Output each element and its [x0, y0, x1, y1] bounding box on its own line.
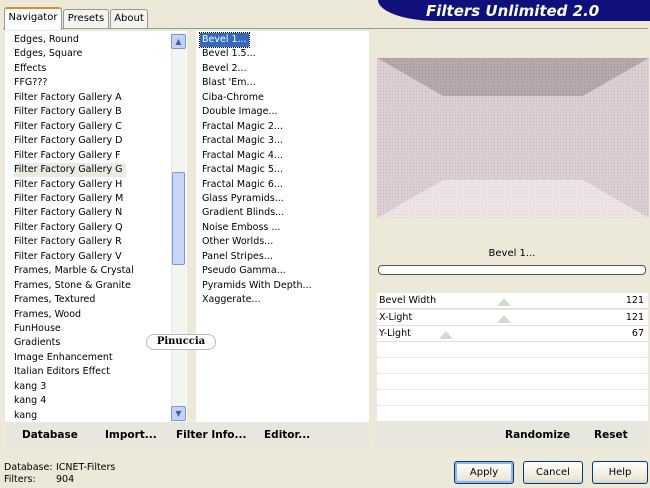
empty-slider-slot: [377, 390, 648, 406]
scroll-down-arrow-icon[interactable]: ▼: [171, 406, 186, 421]
category-item[interactable]: Filter Factory Gallery D: [14, 134, 122, 148]
category-item[interactable]: Filter Factory Gallery Q: [14, 221, 123, 235]
tab-strip-divider: [3, 28, 648, 29]
reset-link[interactable]: Reset: [594, 429, 628, 441]
tab-presets[interactable]: Presets: [63, 9, 109, 29]
editor-link[interactable]: Editor...: [264, 429, 310, 441]
category-item[interactable]: Filter Factory Gallery C: [14, 120, 122, 134]
slider-value: 121: [625, 295, 644, 306]
empty-slider-slot: [377, 358, 648, 374]
slider-value: 67: [631, 328, 644, 339]
cancel-button[interactable]: Cancel: [523, 461, 583, 484]
import-link[interactable]: Import...: [105, 429, 157, 441]
category-item[interactable]: Gradients: [14, 336, 60, 350]
filter-item[interactable]: Bevel 1...: [199, 32, 250, 48]
progress-bar: [378, 265, 646, 275]
empty-slider-slot: [377, 406, 648, 422]
database-value: ICNET-Filters: [56, 462, 116, 473]
slider-track[interactable]: [377, 326, 648, 342]
category-item[interactable]: Filter Factory Gallery N: [14, 206, 122, 220]
category-item[interactable]: kang 3: [14, 380, 46, 394]
slider-knob[interactable]: [497, 298, 511, 306]
slider-knob[interactable]: [497, 315, 511, 323]
filter-item[interactable]: Panel Stripes...: [202, 250, 273, 264]
tab-navigator[interactable]: Navigator: [4, 7, 62, 30]
category-item[interactable]: Frames, Textured: [14, 293, 95, 307]
filter-item[interactable]: Bevel 2...: [202, 62, 247, 76]
slider-track[interactable]: [377, 310, 648, 326]
filter-item[interactable]: Fractal Magic 6...: [202, 178, 283, 192]
preview-image: [377, 58, 649, 218]
slider-value: 121: [625, 312, 644, 323]
category-item[interactable]: kang 4: [14, 394, 46, 408]
help-button[interactable]: Help: [592, 461, 648, 484]
filter-info-link[interactable]: Filter Info...: [176, 429, 246, 441]
filter-item[interactable]: Double Image...: [202, 105, 278, 119]
tab-about[interactable]: About: [110, 9, 148, 29]
filter-item[interactable]: Pyramids With Depth...: [202, 279, 312, 293]
filter-item[interactable]: Xaggerate...: [202, 293, 261, 307]
category-item[interactable]: Effects: [14, 62, 46, 76]
current-filter-name: Bevel 1...: [488, 248, 536, 259]
category-item[interactable]: Filter Factory Gallery A: [14, 91, 122, 105]
filters-count-label: Filters:: [4, 474, 36, 485]
filters-count-value: 904: [56, 474, 75, 485]
slider-label: Bevel Width: [379, 295, 437, 306]
randomize-link[interactable]: Randomize: [505, 429, 570, 441]
category-item[interactable]: Italian Editors Effect: [14, 365, 110, 379]
category-item[interactable]: Frames, Stone & Granite: [14, 279, 131, 293]
category-item[interactable]: FunHouse: [14, 322, 61, 336]
filter-item[interactable]: Fractal Magic 5...: [202, 163, 283, 177]
category-item[interactable]: Filter Factory Gallery R: [14, 235, 122, 249]
category-item[interactable]: Frames, Marble & Crystal: [14, 264, 134, 278]
filter-item[interactable]: Noise Emboss ...: [202, 221, 280, 235]
slider-knob[interactable]: [439, 331, 453, 339]
category-item[interactable]: Image Enhancement: [14, 351, 113, 365]
filter-item[interactable]: Glass Pyramids...: [202, 192, 284, 206]
filter-item[interactable]: Fractal Magic 3...: [202, 134, 283, 148]
category-item[interactable]: Filter Factory Gallery V: [14, 250, 122, 264]
empty-slider-slot: [377, 342, 648, 358]
empty-slider-slot: [377, 374, 648, 390]
slider-label: Y-Light: [379, 328, 411, 339]
scroll-up-arrow-icon[interactable]: ▲: [171, 34, 186, 49]
category-item[interactable]: Filter Factory Gallery B: [14, 105, 122, 119]
slider-x-light[interactable]: X-Light 121: [377, 310, 648, 326]
filter-item[interactable]: Fractal Magic 4...: [202, 149, 283, 163]
filter-item[interactable]: Fractal Magic 2...: [202, 120, 283, 134]
filter-item[interactable]: Blast 'Em...: [202, 76, 256, 90]
preview-room-graphic: [377, 58, 649, 218]
slider-y-light[interactable]: Y-Light 67: [377, 326, 648, 342]
database-link[interactable]: Database: [22, 429, 78, 441]
filter-item[interactable]: Gradient Blinds...: [202, 206, 284, 220]
category-item[interactable]: Edges, Square: [14, 47, 82, 61]
category-item[interactable]: Filter Factory Gallery M: [14, 192, 123, 206]
filter-item[interactable]: Pseudo Gamma...: [202, 264, 286, 278]
category-item[interactable]: Filter Factory Gallery G: [14, 163, 126, 178]
category-item[interactable]: Filter Factory Gallery F: [14, 149, 121, 163]
filter-item[interactable]: Ciba-Chrome: [202, 91, 264, 105]
apply-button[interactable]: Apply: [454, 461, 514, 484]
category-scroll-thumb[interactable]: [172, 172, 185, 265]
slider-label: X-Light: [379, 312, 413, 323]
app-title: Filters Unlimited 2.0: [426, 2, 600, 20]
database-label: Database:: [4, 462, 53, 473]
category-item[interactable]: kang: [14, 409, 37, 423]
filter-item[interactable]: Other Worlds...: [202, 235, 273, 249]
slider-bevel-width[interactable]: Bevel Width 121: [377, 293, 648, 309]
watermark-signature: Pinuccia: [146, 334, 216, 350]
category-item[interactable]: Edges, Round: [14, 33, 79, 47]
category-item[interactable]: Filter Factory Gallery H: [14, 178, 122, 192]
filter-item[interactable]: Bevel 1.5...: [202, 47, 256, 61]
category-item[interactable]: FFG???: [14, 76, 47, 90]
category-item[interactable]: Frames, Wood: [14, 308, 81, 322]
